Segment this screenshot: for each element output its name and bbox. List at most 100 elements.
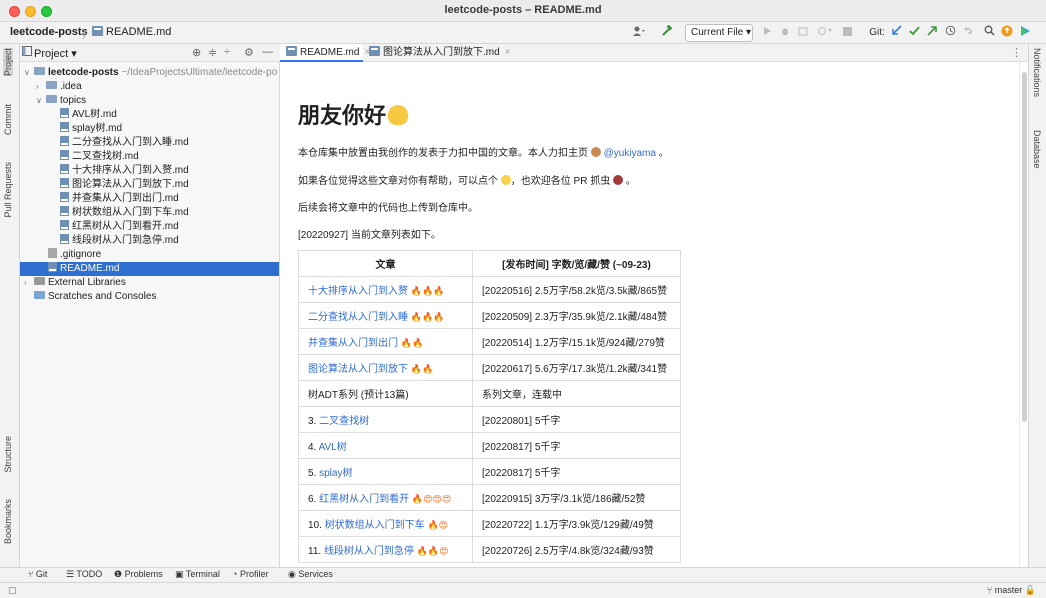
todo-tool-button[interactable]: ☰ TODO bbox=[66, 569, 102, 580]
git-branch-widget[interactable]: ⑂ master 🔓 bbox=[987, 585, 1036, 596]
history-icon[interactable] bbox=[943, 25, 957, 41]
pull-requests-tool-tab[interactable]: Pull Requests bbox=[3, 162, 13, 218]
tab-graph-algorithms[interactable]: 图论算法从入门到放下.md × bbox=[363, 44, 511, 62]
run-icon[interactable] bbox=[760, 25, 774, 41]
git-push-icon[interactable] bbox=[925, 25, 939, 41]
markdown-file-icon bbox=[60, 206, 69, 216]
tree-item-file[interactable]: 线段树从入门到急停.md bbox=[20, 234, 279, 248]
article-link[interactable]: 树状数组从入门到下车 bbox=[325, 520, 425, 531]
project-panel-header: Project ▾ ⊕ ≑ ÷ ⚙ — bbox=[20, 44, 280, 62]
notifications-tool-tab[interactable]: Notifications bbox=[1032, 48, 1042, 97]
profiler-tool-button[interactable]: ◔ Profiler bbox=[232, 569, 268, 579]
profile-link[interactable]: @yukiyama bbox=[604, 148, 656, 159]
services-tool-button[interactable]: ◉ Services bbox=[288, 569, 333, 580]
scratches-icon bbox=[34, 291, 45, 299]
expand-arrow-icon[interactable]: › bbox=[24, 276, 34, 290]
collapse-all-icon[interactable]: ÷ bbox=[224, 46, 230, 58]
tree-item-file[interactable]: 红黑树从入门到看开.md bbox=[20, 220, 279, 234]
tree-item-readme[interactable]: README.md bbox=[20, 262, 279, 276]
git-update-icon[interactable] bbox=[889, 25, 903, 41]
tree-item-scratches[interactable]: Scratches and Consoles bbox=[20, 290, 279, 304]
markdown-file-icon bbox=[60, 164, 69, 174]
update-icon[interactable] bbox=[1000, 25, 1014, 41]
article-link[interactable]: 十大排序从入门到入赘 bbox=[308, 286, 408, 297]
waving-hand-icon bbox=[388, 105, 409, 125]
article-link[interactable]: 二分查找从入门到入睡 bbox=[308, 312, 408, 323]
article-link[interactable]: splay树 bbox=[319, 468, 352, 479]
tree-item-external-libraries[interactable]: › External Libraries bbox=[20, 276, 279, 290]
hide-panel-icon[interactable]: — bbox=[262, 46, 273, 58]
tree-item-gitignore[interactable]: .gitignore bbox=[20, 248, 279, 262]
toggle-tool-windows-icon[interactable]: ▢ bbox=[8, 585, 17, 596]
close-tab-icon[interactable]: × bbox=[505, 47, 511, 58]
folder-icon bbox=[46, 81, 57, 89]
project-view-select[interactable]: Project ▾ bbox=[34, 47, 77, 60]
ai-assistant-icon[interactable] bbox=[1018, 25, 1032, 41]
expand-arrow-icon[interactable]: ∨ bbox=[36, 94, 46, 108]
table-row: 二分查找从入门到入睡 🔥🔥🔥 [20220509] 2.3万字/35.9k览/2… bbox=[298, 302, 681, 329]
search-icon[interactable] bbox=[982, 25, 996, 41]
expand-arrow-icon[interactable]: ∨ bbox=[24, 66, 34, 80]
fire-badge: 🔥🔥🔥 bbox=[410, 312, 445, 322]
tree-item-file[interactable]: 树状数组从入门到下车.md bbox=[20, 206, 279, 220]
project-view-icon bbox=[22, 46, 32, 59]
git-tool-button[interactable]: ⑂ Git bbox=[28, 569, 47, 579]
tree-item-file[interactable]: 并查集从入门到出门.md bbox=[20, 192, 279, 206]
fire-badge: 🔥😍😍😍 bbox=[411, 494, 452, 504]
stop-icon[interactable] bbox=[840, 25, 854, 41]
hammer-icon[interactable] bbox=[658, 24, 676, 41]
breadcrumb-project[interactable]: leetcode-posts bbox=[10, 26, 88, 38]
folder-icon bbox=[46, 95, 57, 103]
git-label: Git: bbox=[869, 27, 885, 38]
structure-tool-tab[interactable]: Structure bbox=[3, 436, 13, 473]
breadcrumb-file-label: README.md bbox=[106, 26, 172, 38]
tree-item-file[interactable]: 十大排序从入门到入赘.md bbox=[20, 164, 279, 178]
commit-tool-tab[interactable]: Commit bbox=[3, 104, 13, 135]
readme-title: 朋友你好 bbox=[298, 98, 409, 130]
folder-icon bbox=[34, 67, 45, 75]
article-link[interactable]: 并查集从入门到出门 bbox=[308, 338, 398, 349]
locate-file-icon[interactable]: ⊕ bbox=[192, 46, 201, 59]
article-link[interactable]: 图论算法从入门到放下 bbox=[308, 364, 408, 375]
breadcrumb-file[interactable]: README.md bbox=[92, 26, 171, 38]
database-tool-tab[interactable]: Database bbox=[1032, 130, 1042, 169]
expand-arrow-icon[interactable]: › bbox=[36, 80, 46, 94]
more-run-icon[interactable] bbox=[814, 25, 836, 41]
bookmarks-tool-tab[interactable]: Bookmarks bbox=[3, 499, 13, 544]
article-stats: [20220516] 2.5万字/58.2k览/3.5k藏/865赞 bbox=[472, 276, 681, 303]
tree-item-idea[interactable]: › .idea bbox=[20, 80, 279, 94]
tab-actions-icon[interactable]: ⋮ bbox=[1011, 46, 1022, 59]
git-commit-icon[interactable] bbox=[907, 25, 921, 41]
tree-item-file[interactable]: 图论算法从入门到放下.md bbox=[20, 178, 279, 192]
tree-item-topics[interactable]: ∨ topics bbox=[20, 94, 279, 108]
expand-all-icon[interactable]: ≑ bbox=[208, 46, 217, 59]
coverage-icon[interactable] bbox=[796, 25, 810, 41]
tree-item-file[interactable]: AVL树.md bbox=[20, 108, 279, 122]
right-tool-stripe: Notifications Database bbox=[1028, 44, 1046, 567]
article-link[interactable]: 二叉查找树 bbox=[319, 416, 369, 427]
readme-paragraph-code: 后续会将文章中的代码也上传到仓库中。 bbox=[298, 203, 478, 214]
tab-readme[interactable]: README.md × bbox=[280, 44, 370, 62]
debug-icon[interactable] bbox=[778, 25, 792, 41]
terminal-tool-button[interactable]: ▣ Terminal bbox=[175, 569, 220, 580]
run-configuration-select[interactable]: Current File ▾ bbox=[685, 24, 753, 42]
tree-item-file[interactable]: 二叉查找树.md bbox=[20, 150, 279, 164]
window-title: leetcode-posts – README.md bbox=[444, 4, 602, 16]
project-tool-tab[interactable]: Project bbox=[3, 48, 13, 77]
article-link[interactable]: AVL树 bbox=[319, 442, 347, 453]
scrollbar-thumb[interactable] bbox=[1022, 72, 1027, 422]
article-stats: [20220509] 2.3万字/35.9k览/2.1k藏/484赞 bbox=[472, 302, 681, 329]
article-link[interactable]: 红黑树从入门到看开 bbox=[319, 494, 409, 505]
thumbs-up-icon bbox=[500, 175, 511, 185]
tree-item-file[interactable]: splay树.md bbox=[20, 122, 279, 136]
user-icon[interactable] bbox=[630, 25, 648, 41]
problems-tool-button[interactable]: ❶ Problems bbox=[114, 569, 163, 580]
tree-item-root[interactable]: ∨ leetcode-posts ~/IdeaProjectsUltimate/l… bbox=[20, 66, 279, 80]
article-link[interactable]: 线段树从入门到急停 bbox=[324, 546, 414, 557]
rollback-icon[interactable] bbox=[961, 25, 975, 41]
gear-icon[interactable]: ⚙ bbox=[244, 46, 254, 59]
editor-scrollbar[interactable] bbox=[1019, 62, 1028, 567]
editor-tab-bar: README.md × 图论算法从入门到放下.md × ⋮ bbox=[280, 44, 1028, 62]
tree-item-file[interactable]: 二分查找从入门到入睡.md bbox=[20, 136, 279, 150]
table-row: 10. 树状数组从入门到下车 🔥😍 [20220722] 1.1万字/3.9k览… bbox=[298, 510, 681, 537]
